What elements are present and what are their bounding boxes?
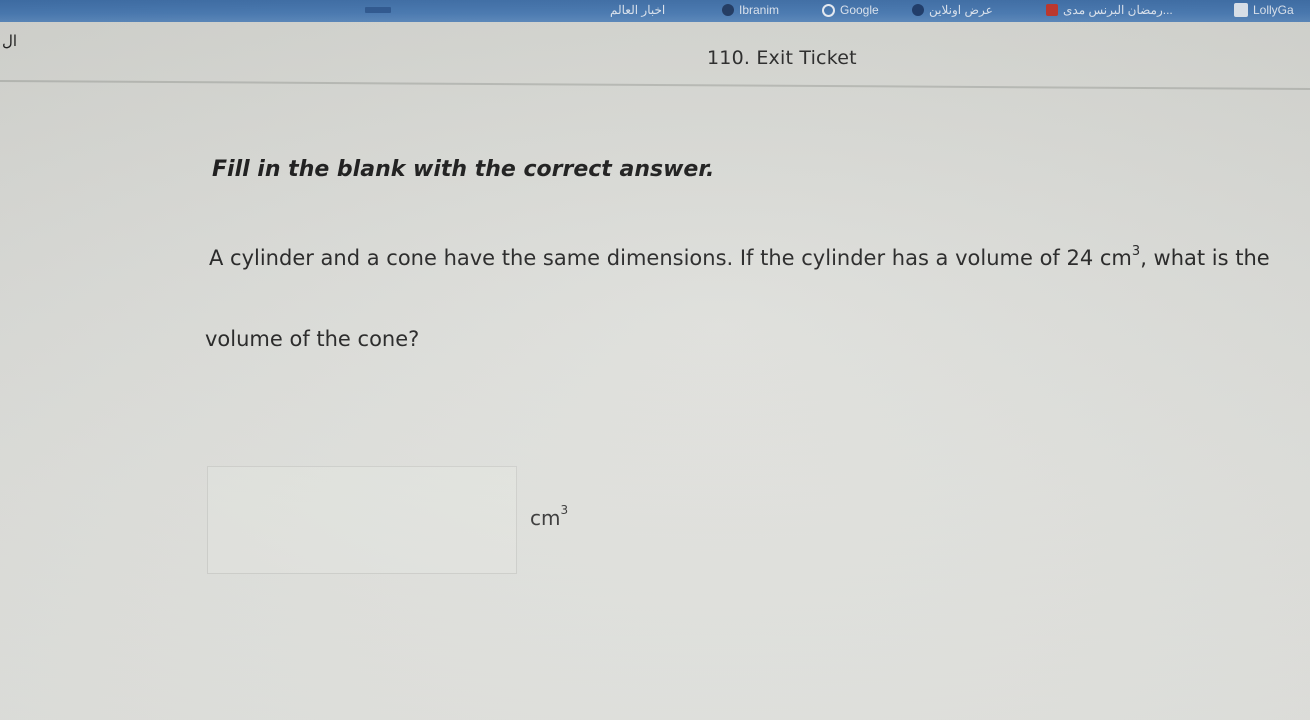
bookmark-icon bbox=[365, 7, 391, 13]
question-text-1-suffix: , what is the bbox=[1140, 246, 1270, 270]
question-text-1: A cylinder and a cone have the same dime… bbox=[209, 246, 1132, 270]
s-logo-icon bbox=[912, 4, 924, 16]
red-bookmark-icon bbox=[1046, 4, 1058, 16]
photo-vignette bbox=[0, 0, 1310, 720]
question-line-1: A cylinder and a cone have the same dime… bbox=[209, 244, 1270, 270]
page-header: ال 110. Exit Ticket bbox=[0, 22, 1310, 84]
dark-dot-icon bbox=[722, 4, 734, 16]
unit-text: cm bbox=[530, 506, 561, 530]
screen: اخبار العالم Ibranim Google عرض اونلاين … bbox=[0, 0, 1310, 720]
cubed-superscript: 3 bbox=[1131, 244, 1141, 259]
bookmark-label: Ibranim bbox=[739, 3, 780, 17]
bookmark-label: عرض اونلاين bbox=[929, 3, 993, 17]
page-title: 110. Exit Ticket bbox=[707, 47, 857, 69]
bookmark-item-0[interactable] bbox=[365, 2, 396, 18]
google-icon bbox=[822, 3, 835, 17]
answer-unit-label: cm3 bbox=[530, 503, 569, 530]
question-line-2: volume of the cone? bbox=[205, 327, 420, 351]
bookmark-item-6[interactable]: LollyGa bbox=[1234, 2, 1294, 18]
bookmark-item-2[interactable]: Ibranim bbox=[722, 2, 779, 18]
page-icon bbox=[1234, 3, 1248, 17]
bookmark-label: رمضان البرنس مدى... bbox=[1063, 3, 1173, 17]
header-left-fragment: ال bbox=[2, 32, 18, 50]
answer-input[interactable] bbox=[207, 466, 517, 574]
bookmark-label: Google bbox=[840, 3, 879, 17]
bookmark-label: اخبار العالم bbox=[610, 3, 666, 17]
bookmark-label: LollyGa bbox=[1253, 3, 1294, 17]
instruction-text: Fill in the blank with the correct answe… bbox=[212, 157, 715, 182]
bookmark-item-1[interactable]: اخبار العالم bbox=[610, 2, 665, 18]
bookmark-item-3[interactable]: Google bbox=[822, 2, 879, 18]
bookmark-item-4[interactable]: عرض اونلاين bbox=[912, 2, 993, 18]
bookmarks-bar: اخبار العالم Ibranim Google عرض اونلاين … bbox=[0, 0, 1310, 22]
bookmark-item-5[interactable]: رمضان البرنس مدى... bbox=[1046, 2, 1173, 18]
unit-superscript: 3 bbox=[560, 503, 569, 518]
